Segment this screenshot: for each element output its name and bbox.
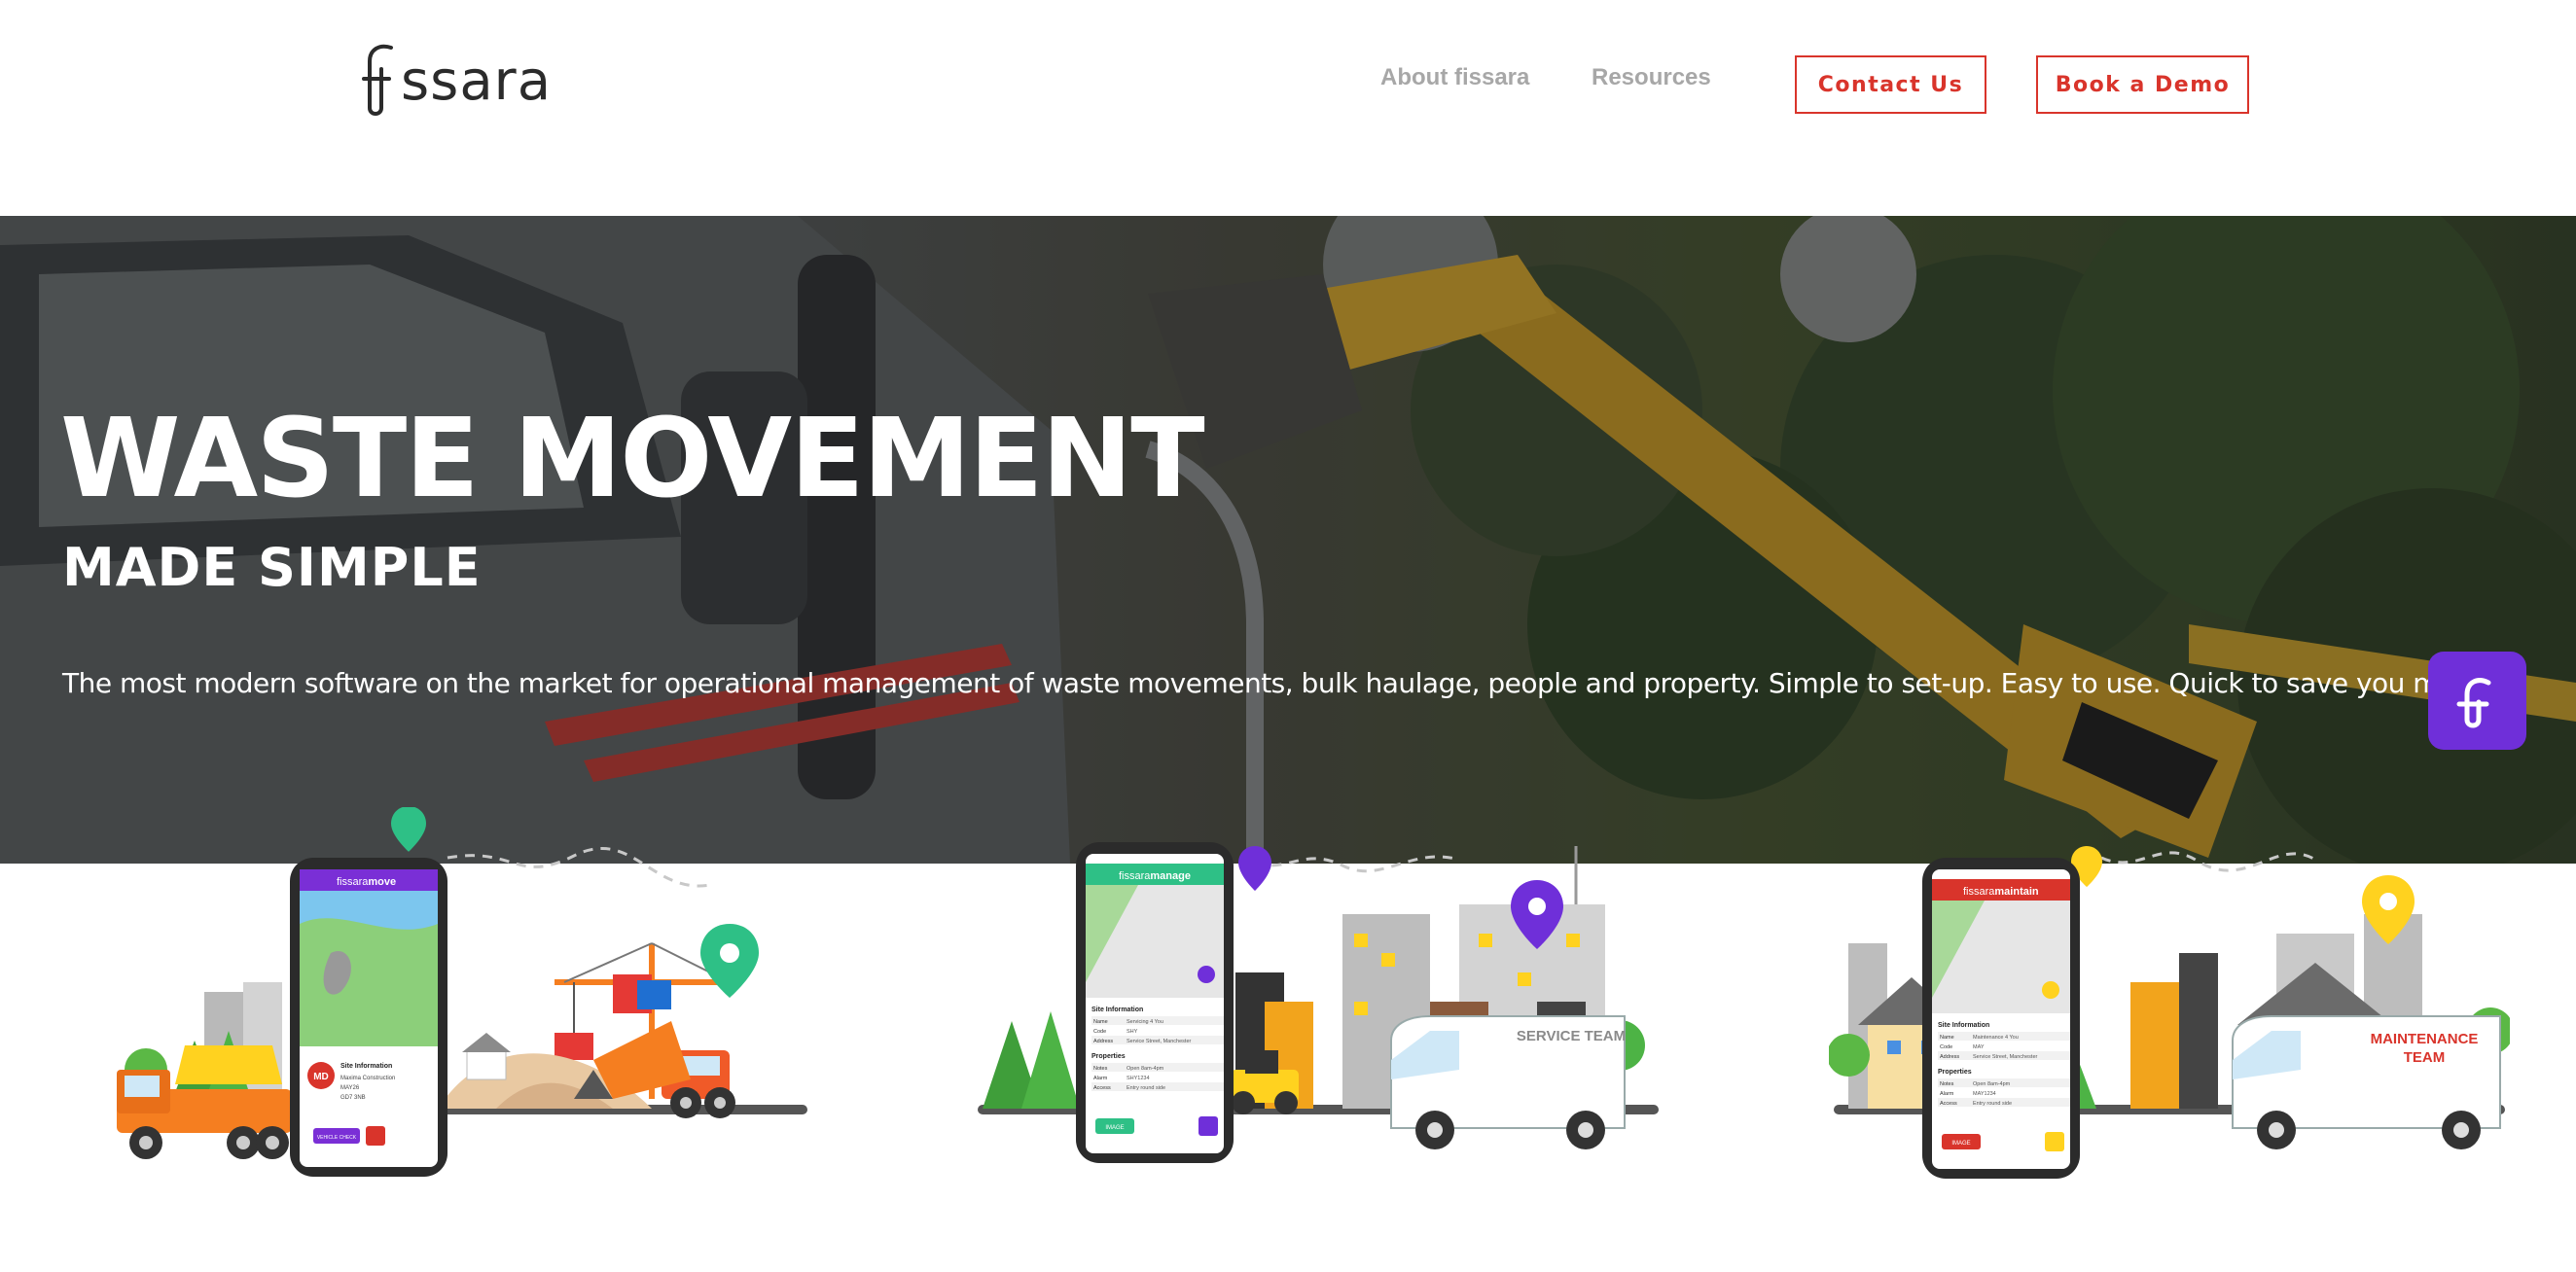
move-site-info-line: Maxima Construction — [340, 1076, 395, 1081]
maintain-brand-suffix: maintain — [1994, 886, 2039, 898]
maintain-site-info-key: Address — [1940, 1054, 1959, 1060]
manage-property-row-bg — [1091, 1073, 1224, 1081]
service-team-van-label: SERVICE TEAM — [1517, 1028, 1626, 1044]
manage-property-key: Notes — [1093, 1066, 1108, 1072]
manage-site-info-key: Address — [1093, 1039, 1113, 1044]
manage-site-info-key: Code — [1093, 1029, 1106, 1035]
manage-image-button-label: IMAGE — [1105, 1125, 1124, 1131]
manage-site-info-title: Site Information — [1091, 1007, 1143, 1013]
maintain-property-key: Alarm — [1940, 1091, 1954, 1097]
maintain-site-info-key: Code — [1940, 1044, 1952, 1050]
fissara-move-illustration: fissaramove MD Site Information Maxima C… — [107, 807, 807, 1196]
fissara-manage-illustration: SERVICE TEAM fissaramanage Site Informat… — [973, 807, 1673, 1196]
move-avatar-initials: MD — [313, 1072, 329, 1082]
book-demo-button[interactable]: Book a Demo — [2036, 55, 2249, 114]
maintain-property-key: Access — [1940, 1101, 1957, 1107]
move-brand-prefix: fissara — [337, 876, 369, 888]
manage-site-info-key: Name — [1093, 1019, 1108, 1025]
hero-title: WASTE MOVEMENT — [60, 396, 1205, 522]
manage-site-info-value: SHY — [1127, 1029, 1138, 1035]
manage-properties-title: Properties — [1091, 1053, 1126, 1060]
manage-site-info-value: Service Street, Manchester — [1127, 1039, 1192, 1044]
hero-subtitle: MADE SIMPLE — [62, 537, 482, 598]
maintain-image-button-label: IMAGE — [1951, 1141, 1970, 1147]
move-site-info-line: GD7 3NB — [340, 1095, 366, 1101]
move-brand-text: fissaramove — [337, 876, 396, 888]
maintain-site-info-value: Service Street, Manchester — [1973, 1054, 2038, 1060]
manage-brand-suffix: manage — [1150, 870, 1191, 882]
move-site-info-line: MAY26 — [340, 1085, 360, 1091]
move-vehicle-check-label: VEHICLE CHECK — [317, 1135, 357, 1141]
maintain-site-info-key: Name — [1940, 1035, 1954, 1041]
svg-text:fissaramanage: fissaramanage — [1119, 870, 1191, 882]
maintain-site-info-row-bg — [1938, 1042, 2070, 1050]
maintain-site-info-value: MAY — [1973, 1044, 1985, 1050]
nav-resources[interactable]: Resources — [1592, 64, 1711, 91]
move-brand-suffix: move — [368, 876, 396, 888]
manage-site-info-row-bg — [1091, 1026, 1224, 1035]
maintain-property-value: MAY1234 — [1973, 1091, 1996, 1097]
maintenance-team-van-label: MAINTENANCE — [2371, 1031, 2479, 1047]
manage-property-value: Open 8am-4pm — [1127, 1066, 1164, 1072]
manage-property-value: Entry round side — [1127, 1085, 1165, 1091]
nav-about[interactable]: About fissara — [1380, 64, 1529, 91]
manage-property-key: Alarm — [1093, 1076, 1108, 1081]
maintain-site-info-title: Site Information — [1938, 1022, 1989, 1029]
fissara-f-icon — [2456, 678, 2491, 728]
manage-property-key: Access — [1093, 1085, 1111, 1091]
hero-section: WASTE MOVEMENT MADE SIMPLE The most mode… — [0, 216, 2576, 864]
svg-text:fissaramaintain: fissaramaintain — [1963, 886, 2039, 898]
logo-text: ssara — [401, 49, 553, 113]
maintain-properties-title: Properties — [1938, 1069, 1972, 1076]
fissara-chat-button[interactable] — [2428, 652, 2526, 750]
manage-brand-prefix: fissara — [1119, 870, 1151, 882]
maintain-property-row-bg — [1938, 1088, 2070, 1097]
maintain-property-key: Notes — [1940, 1081, 1954, 1087]
site-header: ssara About fissara Resources Contact Us… — [0, 0, 2576, 216]
maintain-site-info-value: Maintenance 4 You — [1973, 1035, 2019, 1041]
maintain-property-value: Entry round side — [1973, 1101, 2012, 1107]
maintain-brand-prefix: fissara — [1963, 886, 1995, 898]
hero-description: The most modern software on the market f… — [62, 667, 2509, 699]
move-site-info-title: Site Information — [340, 1063, 392, 1070]
maintain-property-value: Open 8am-4pm — [1973, 1081, 2011, 1087]
fissara-maintain-illustration: MAINTENANCE TEAM fissaramaintain Site In… — [1829, 807, 2510, 1196]
manage-property-value: SHY1234 — [1127, 1076, 1150, 1081]
fissara-logo[interactable]: ssara — [362, 37, 552, 124]
fissara-f-icon — [362, 44, 393, 116]
maintenance-team-van-label: TEAM — [2404, 1049, 2446, 1066]
contact-us-button[interactable]: Contact Us — [1795, 55, 1986, 114]
manage-site-info-value: Servicing 4 You — [1127, 1019, 1163, 1025]
